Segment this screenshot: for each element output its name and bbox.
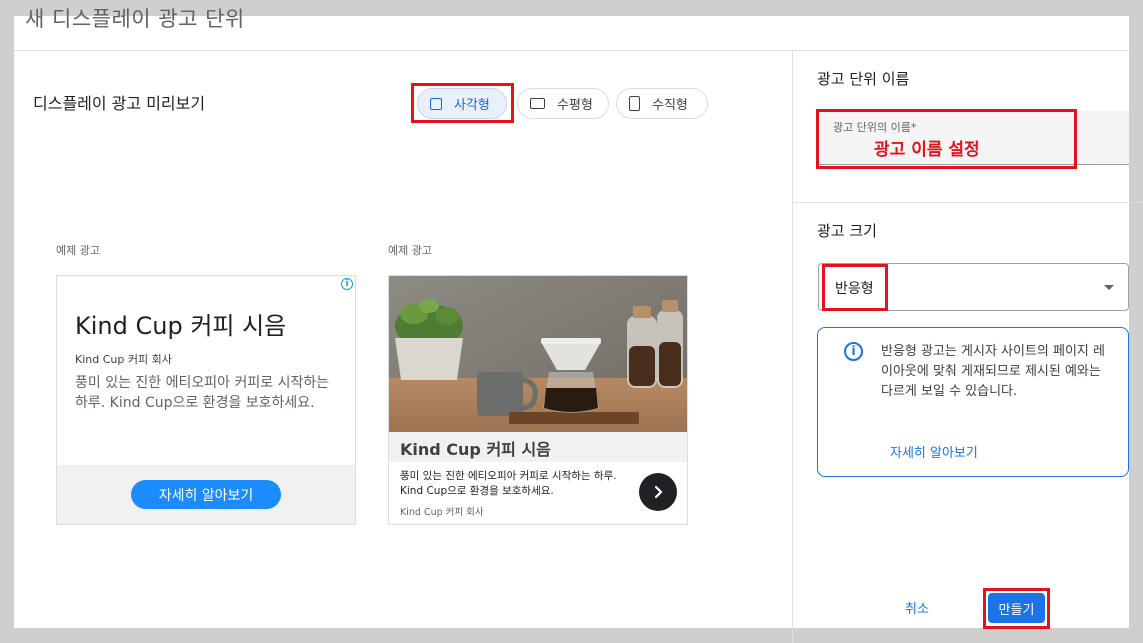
ad-title-bar: Kind Cup 커피 시음 xyxy=(389,432,687,462)
chevron-right-icon xyxy=(654,485,663,499)
ad-body: 풍미 있는 진한 에티오피아 커피로 시작하는 하루. Kind Cup으로 환… xyxy=(75,375,330,411)
learn-more-link[interactable]: 자세히 알아보기 xyxy=(890,442,978,461)
highlight-box xyxy=(816,109,1077,169)
info-text: 반응형 광고는 게시자 사이트의 페이지 레이아웃에 맞춰 게재되므로 제시된 … xyxy=(881,344,1105,399)
ad-footer: 자세히 알아보기 xyxy=(57,465,355,524)
ad-info-icon[interactable]: i xyxy=(341,278,353,290)
preview-title: 디스플레이 광고 미리보기 xyxy=(33,94,206,113)
chip-vertical-label: 수직형 xyxy=(652,98,688,113)
ad-headline: Kind Cup 커피 시음 xyxy=(400,440,551,459)
chip-horizontal[interactable]: 수평형 xyxy=(517,88,609,119)
next-button[interactable] xyxy=(639,473,677,511)
settings-divider xyxy=(793,202,1143,203)
header-divider xyxy=(14,50,1129,51)
vertical-rect-icon xyxy=(629,96,640,111)
highlight-box xyxy=(983,588,1050,629)
cancel-button[interactable]: 취소 xyxy=(905,598,929,617)
size-section-title: 광고 크기 xyxy=(817,222,877,240)
sample-ad-text: i Kind Cup 커피 시음 Kind Cup 커피 회사 풍미 있는 진한… xyxy=(56,275,356,525)
chip-vertical[interactable]: 수직형 xyxy=(616,88,708,119)
ad-headline: Kind Cup 커피 시음 xyxy=(75,312,287,340)
name-section-title: 광고 단위 이름 xyxy=(817,70,910,88)
chip-horizontal-label: 수평형 xyxy=(557,98,593,113)
info-icon: i xyxy=(844,342,863,361)
highlight-box xyxy=(411,83,514,123)
ad-body: 풍미 있는 진한 에티오피아 커피로 시작하는 하루. Kind Cup으로 환… xyxy=(400,470,617,497)
ad-learn-more-button[interactable]: 자세히 알아보기 xyxy=(131,480,281,509)
sample-ad-image: Kind Cup 커피 시음 풍미 있는 진한 에티오피아 커피로 시작하는 하… xyxy=(388,275,688,525)
horizontal-rect-icon xyxy=(530,98,545,109)
sample-ad-label: 예제 광고 xyxy=(56,244,100,257)
sample-ad-label: 예제 광고 xyxy=(388,244,432,257)
highlight-box xyxy=(822,264,888,311)
dropdown-arrow-icon xyxy=(1104,285,1114,290)
dialog-title: 새 디스플레이 광고 단위 xyxy=(25,7,245,31)
panel-divider xyxy=(792,51,793,643)
ad-company: Kind Cup 커피 회사 xyxy=(75,353,172,366)
coffee-photo xyxy=(389,276,687,432)
responsive-info-box: i 반응형 광고는 게시자 사이트의 페이지 레이아웃에 맞춰 게재되므로 제시… xyxy=(817,327,1129,477)
ad-company: Kind Cup 커피 회사 xyxy=(400,507,484,518)
